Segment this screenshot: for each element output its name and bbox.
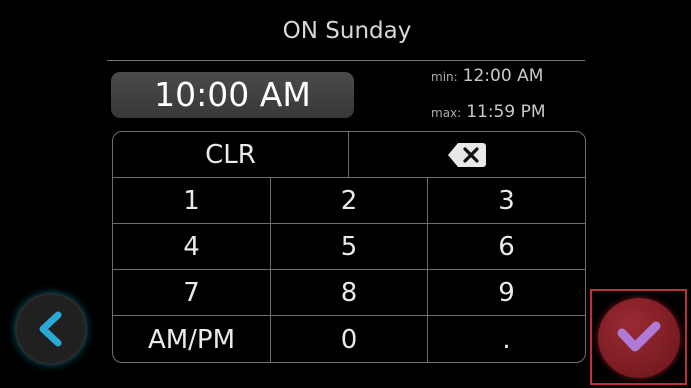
ampm-key[interactable]: AM/PM (113, 316, 270, 362)
decimal-key[interactable]: . (427, 316, 585, 362)
keypad-row-clear: CLR (113, 132, 585, 177)
key-9[interactable]: 9 (427, 270, 585, 316)
key-8[interactable]: 8 (270, 270, 427, 316)
key-1[interactable]: 1 (113, 178, 270, 224)
min-value: 12:00 AM (462, 66, 544, 86)
backspace-icon (448, 142, 486, 167)
confirm-button[interactable] (598, 298, 680, 378)
key-4[interactable]: 4 (113, 224, 270, 270)
chevron-left-icon (39, 311, 62, 347)
backspace-key[interactable] (348, 132, 585, 177)
keypad-row-2: 4 5 6 (113, 223, 585, 270)
keypad-row-4: AM/PM 0 . (113, 315, 585, 362)
min-range: min: 12:00 AM (431, 66, 543, 86)
time-value-display: 10:00 AM (111, 72, 354, 118)
key-0[interactable]: 0 (270, 316, 427, 362)
max-label: max: (431, 106, 462, 120)
back-button[interactable] (17, 295, 85, 363)
key-6[interactable]: 6 (427, 224, 585, 270)
checkmark-icon (617, 321, 661, 352)
keypad: CLR 1 2 3 4 5 6 7 8 9 AM/PM 0 . (112, 131, 586, 363)
key-3[interactable]: 3 (427, 178, 585, 224)
keypad-row-3: 7 8 9 (113, 269, 585, 316)
max-range: max: 11:59 PM (431, 102, 546, 122)
clear-key[interactable]: CLR (113, 132, 348, 177)
min-label: min: (431, 70, 458, 84)
key-5[interactable]: 5 (270, 224, 427, 270)
title-divider (107, 60, 585, 61)
keypad-row-1: 1 2 3 (113, 177, 585, 224)
key-7[interactable]: 7 (113, 270, 270, 316)
page-title: ON Sunday (282, 18, 412, 44)
key-2[interactable]: 2 (270, 178, 427, 224)
max-value: 11:59 PM (466, 102, 546, 122)
